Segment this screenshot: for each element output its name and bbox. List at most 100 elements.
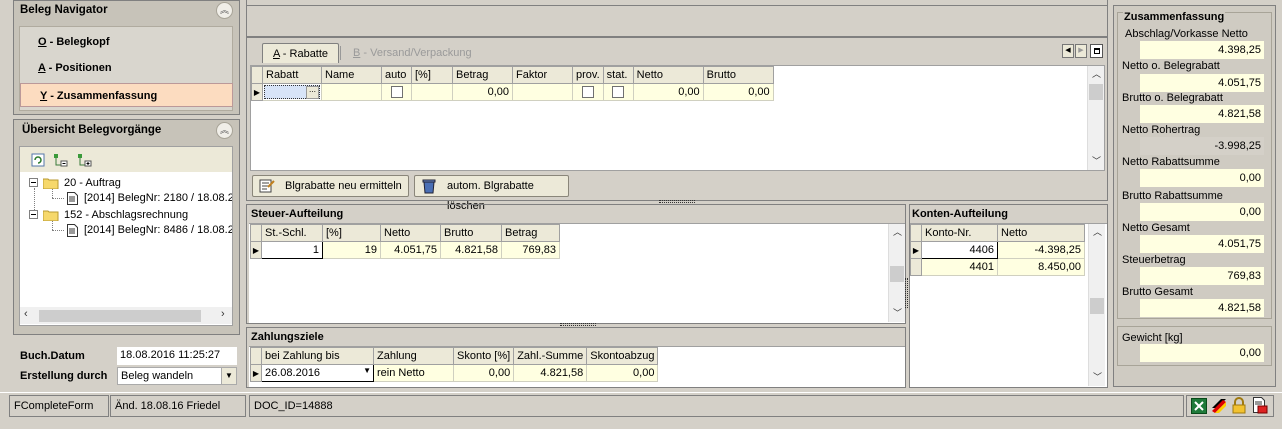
- rabatte-vscrollbar[interactable]: ︿ ﹀: [1087, 66, 1104, 170]
- lock-icon[interactable]: [1232, 397, 1246, 414]
- table-row[interactable]: ▶ 26.08.2016 ▼ rein Netto 0,00 4.821,58 0…: [250, 364, 659, 382]
- erstellung-select[interactable]: Beleg wandeln ▼: [117, 367, 237, 385]
- nav-item-zusammenfassung[interactable]: Y - Zusammenfassung: [20, 83, 233, 107]
- dropdown-arrow-icon[interactable]: ▼: [363, 366, 371, 375]
- tab-maximize-icon[interactable]: [1090, 44, 1103, 58]
- col-stat[interactable]: stat.: [602, 66, 634, 84]
- tree-node-belegnr-8486[interactable]: [2014] BelegNr: 8486 / 18.08.2: [84, 224, 232, 236]
- scroll-down-icon[interactable]: ﹀: [1088, 153, 1105, 170]
- konten-vscroll-thumb[interactable]: [1090, 298, 1104, 314]
- tree-collapse-toggle-icon[interactable]: [29, 178, 39, 188]
- stat-checkbox[interactable]: [602, 83, 634, 101]
- name-cell[interactable]: [321, 83, 382, 101]
- col-brutto[interactable]: Brutto: [440, 224, 502, 242]
- col-skontoabzug[interactable]: Skontoabzug: [586, 347, 659, 365]
- col-netto[interactable]: Netto: [380, 224, 441, 242]
- col-name[interactable]: Name: [321, 66, 382, 84]
- st-schl-cell[interactable]: 1: [261, 241, 323, 259]
- excel-icon[interactable]: [1191, 398, 1207, 414]
- dropdown-arrow-icon[interactable]: ▼: [221, 368, 236, 384]
- steuer-vscroll-thumb[interactable]: [890, 266, 904, 282]
- refresh-icon[interactable]: [31, 153, 45, 167]
- col-st-schl[interactable]: St.-Schl.: [261, 224, 323, 242]
- col-netto[interactable]: Netto: [632, 66, 704, 84]
- zahlung-date-cell[interactable]: 26.08.2016 ▼: [261, 364, 374, 382]
- splitter-grip[interactable]: [560, 323, 596, 326]
- blgrabatte-neu-ermitteln-button[interactable]: Blgrabatte neu ermitteln: [252, 175, 409, 197]
- tab-scroll-right-icon[interactable]: ▶: [1075, 44, 1087, 58]
- col-zahlung[interactable]: Zahlung: [373, 347, 454, 365]
- col-faktor[interactable]: Faktor: [512, 66, 573, 84]
- tree-hscroll-thumb[interactable]: [39, 310, 201, 322]
- tree-collapse-toggle-icon[interactable]: [29, 210, 39, 220]
- col-rabatt[interactable]: Rabatt: [262, 66, 322, 84]
- tree-node-abschlagsrechnung[interactable]: 152 - Abschlagsrechnung: [64, 209, 188, 221]
- scroll-right-icon[interactable]: ›: [221, 308, 225, 320]
- rabatte-vscroll-thumb[interactable]: [1089, 84, 1103, 100]
- language-flag-icon[interactable]: [1211, 398, 1227, 414]
- konto-nr-cell[interactable]: 4406: [921, 241, 998, 259]
- col-betrag[interactable]: Betrag: [452, 66, 513, 84]
- blgrabatte-loeschen-button[interactable]: autom. Blgrabatte löschen: [414, 175, 569, 212]
- tree-node-belegnr-2180[interactable]: [2014] BelegNr: 2180 / 18.08.2: [84, 192, 232, 204]
- col-betrag[interactable]: Betrag: [501, 224, 560, 242]
- table-row[interactable]: ▶ 4406 -4.398,25: [910, 241, 1085, 259]
- netto-cell[interactable]: 8.450,00: [997, 258, 1085, 276]
- betrag-cell[interactable]: 769,83: [501, 241, 560, 259]
- auto-checkbox[interactable]: [381, 83, 412, 101]
- col-prozent[interactable]: [%]: [322, 224, 381, 242]
- prozent-cell[interactable]: 19: [322, 241, 381, 259]
- scroll-up-icon[interactable]: ︿: [1089, 224, 1106, 241]
- splitter-grip[interactable]: [659, 200, 695, 203]
- tab-scroll-left-icon[interactable]: ◀: [1062, 44, 1074, 58]
- col-netto[interactable]: Netto: [997, 224, 1085, 242]
- col-bei-zahlung-bis[interactable]: bei Zahlung bis: [261, 347, 374, 365]
- buch-datum-field[interactable]: 18.08.2016 11:25:27: [117, 347, 237, 365]
- col-konto-nr[interactable]: Konto-Nr.: [921, 224, 998, 242]
- collapse-navigator-icon[interactable]: ︽: [216, 2, 233, 19]
- netto-cell[interactable]: 4.051,75: [380, 241, 441, 259]
- netto-cell[interactable]: 0,00: [632, 83, 704, 101]
- col-skonto[interactable]: Skonto [%]: [452, 347, 515, 365]
- prozent-cell[interactable]: [411, 83, 453, 101]
- scroll-up-icon[interactable]: ︿: [1088, 66, 1105, 83]
- table-row[interactable]: ▶ ⋯ 0,00 0,00 0,00: [251, 83, 774, 101]
- table-row[interactable]: ▶ 1 19 4.051,75 4.821,58 769,83: [250, 241, 560, 259]
- prov-checkbox[interactable]: [572, 83, 604, 101]
- tree-node-auftrag[interactable]: 20 - Auftrag: [64, 177, 121, 189]
- betrag-cell[interactable]: 0,00: [452, 83, 513, 101]
- table-row[interactable]: 4401 8.450,00: [910, 258, 1085, 276]
- skonto-cell[interactable]: 0,00: [452, 364, 515, 382]
- zahlung-cell[interactable]: rein Netto: [373, 364, 454, 382]
- brutto-cell[interactable]: 4.821,58: [440, 241, 502, 259]
- rabatt-picker-icon[interactable]: ⋯: [306, 86, 319, 99]
- rabatt-cell[interactable]: ⋯: [262, 83, 322, 101]
- collapse-tree-icon[interactable]: [53, 153, 69, 167]
- scroll-down-icon[interactable]: ﹀: [1089, 369, 1106, 386]
- col-prov[interactable]: prov.: [572, 66, 604, 84]
- brutto-cell[interactable]: 0,00: [702, 83, 774, 101]
- col-brutto[interactable]: Brutto: [702, 66, 774, 84]
- tab-versand[interactable]: B - Versand/Verpackung: [343, 43, 482, 63]
- netto-cell[interactable]: -4.398,25: [997, 241, 1085, 259]
- col-zahl-summe[interactable]: Zahl.-Summe: [513, 347, 588, 365]
- scroll-left-icon[interactable]: ‹: [24, 308, 28, 320]
- faktor-cell[interactable]: [512, 83, 573, 101]
- tree-view[interactable]: [19, 146, 233, 326]
- steuer-vscrollbar[interactable]: ︿ ﹀: [888, 224, 905, 322]
- nav-item-positionen[interactable]: A - Positionen: [19, 56, 233, 80]
- scroll-down-icon[interactable]: ﹀: [889, 305, 906, 322]
- expand-tree-icon[interactable]: [77, 153, 93, 167]
- zahl-summe-cell[interactable]: 4.821,58: [513, 364, 588, 382]
- splitter-grip[interactable]: [905, 278, 908, 308]
- col-auto[interactable]: auto: [381, 66, 412, 84]
- skontoabzug-cell[interactable]: 0,00: [586, 364, 659, 382]
- nav-item-belegkopf[interactable]: O - Belegkopf: [19, 30, 233, 54]
- col-prozent[interactable]: [%]: [411, 66, 453, 84]
- scroll-up-icon[interactable]: ︿: [889, 224, 906, 241]
- konten-vscrollbar[interactable]: ︿ ﹀: [1088, 224, 1105, 386]
- tab-rabatte[interactable]: A - Rabatte: [262, 43, 340, 63]
- konto-nr-cell[interactable]: 4401: [921, 258, 998, 276]
- export-document-icon[interactable]: [1252, 397, 1268, 414]
- collapse-belegvorgaenge-icon[interactable]: ︽: [216, 122, 233, 139]
